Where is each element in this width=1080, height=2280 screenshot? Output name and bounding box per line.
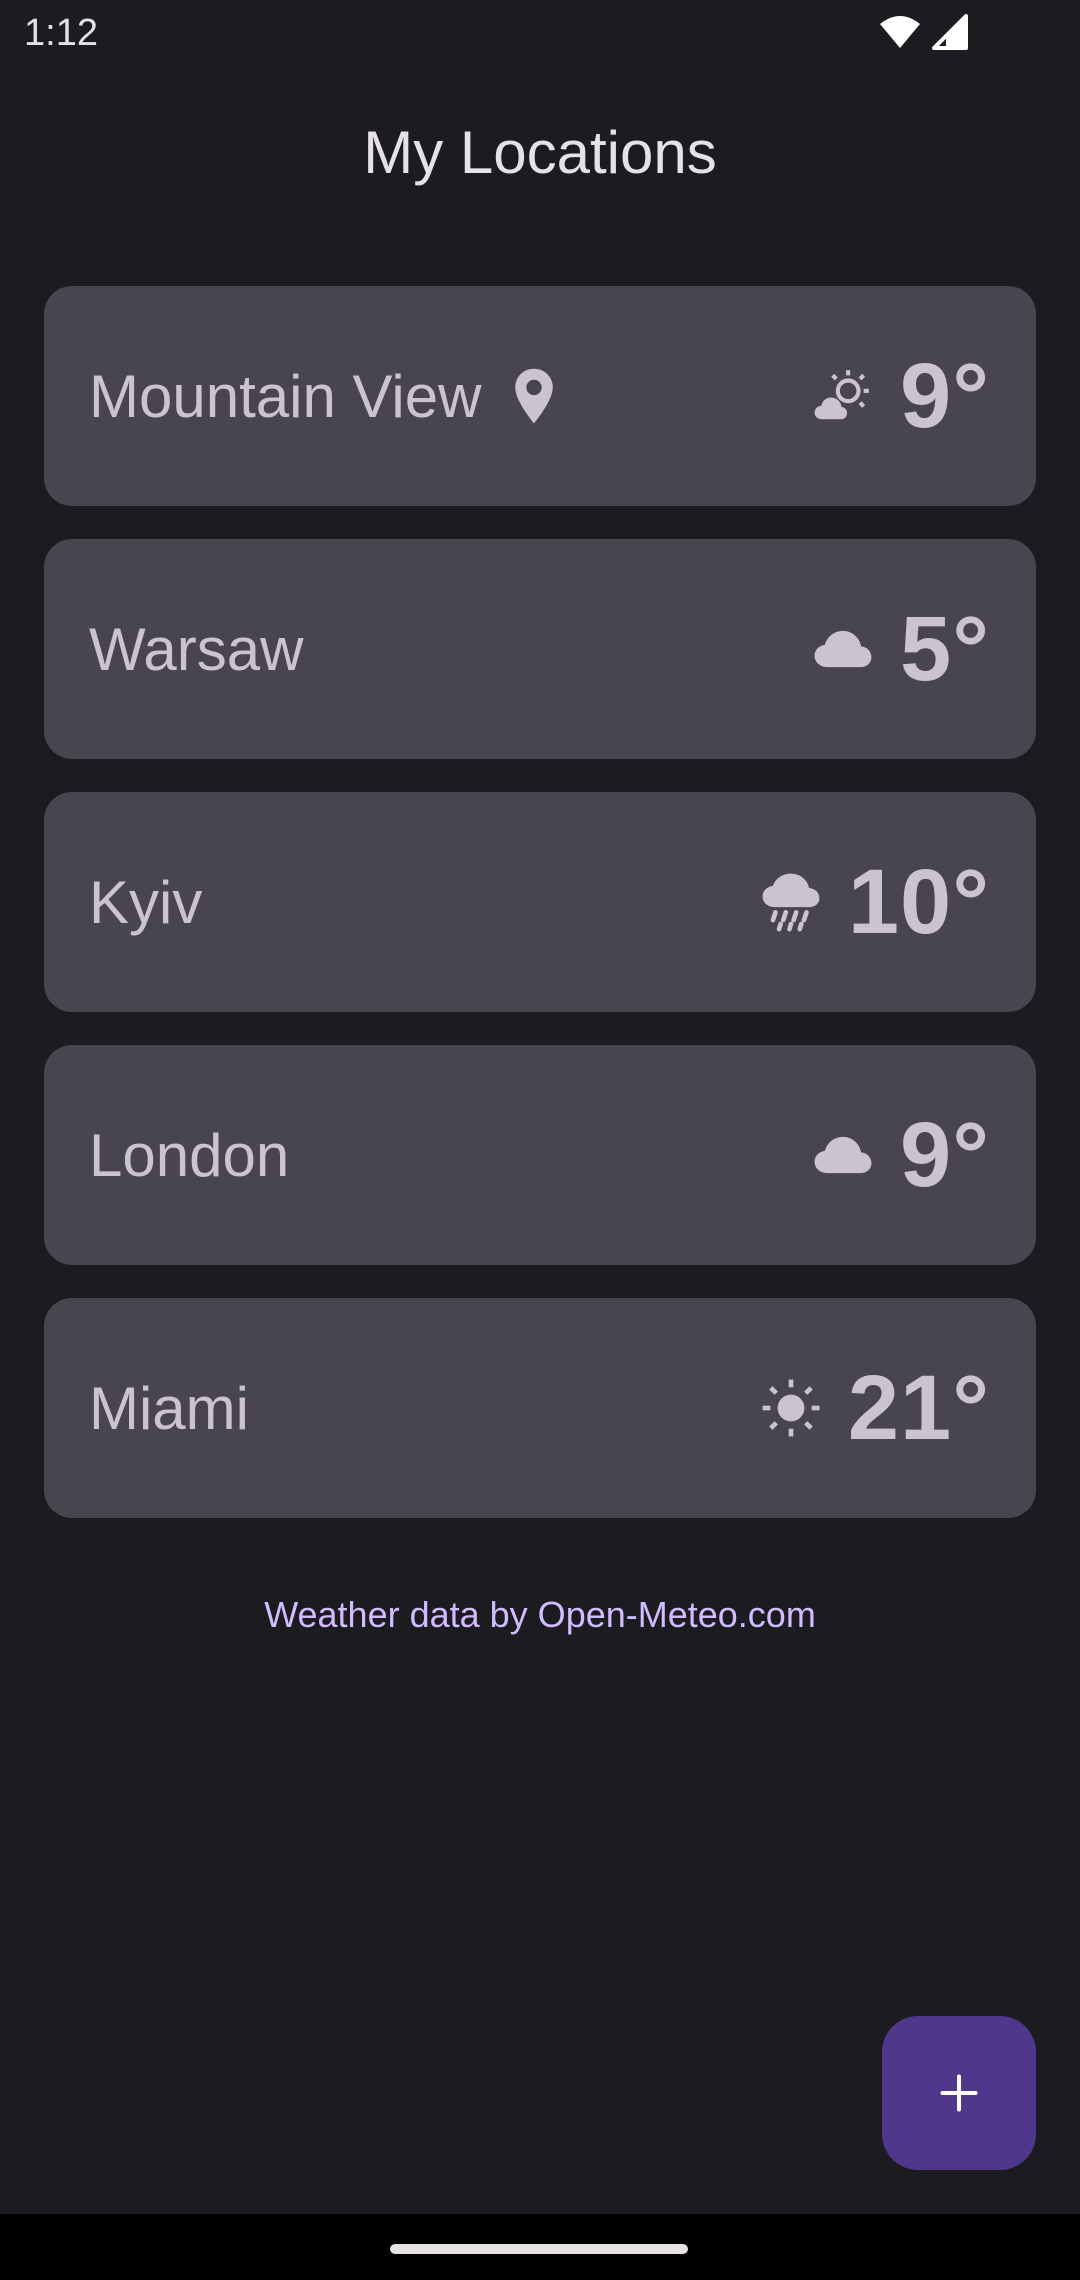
navigation-bar xyxy=(0,2214,1080,2280)
location-card-kyiv[interactable]: Kyiv 10° xyxy=(44,792,1036,1012)
location-name: Mountain View xyxy=(89,362,482,430)
weather-summary: 21° xyxy=(760,1356,990,1461)
wifi-icon xyxy=(880,16,920,48)
temperature: 10° xyxy=(847,850,990,953)
gesture-handle[interactable] xyxy=(390,2244,688,2254)
cloud-icon xyxy=(814,630,872,668)
location-name: Kyiv xyxy=(89,868,203,936)
status-time: 1:12 xyxy=(24,12,98,54)
location-list: Mountain View 9° Warsaw 5° Kyiv 10° Lond… xyxy=(44,286,1036,1551)
sun-icon xyxy=(762,1379,820,1437)
page-title: My Locations xyxy=(363,119,717,186)
temperature: 9° xyxy=(900,1103,990,1206)
plus-icon xyxy=(940,2074,978,2112)
location-name: London xyxy=(89,1121,290,1189)
temperature: 5° xyxy=(900,597,990,700)
location-card-warsaw[interactable]: Warsaw 5° xyxy=(44,539,1036,759)
add-location-button[interactable] xyxy=(882,2016,1036,2170)
screen: 1:12 My Locations Mountain View 9° Warsa… xyxy=(0,0,1080,2280)
cloud-icon xyxy=(814,1136,872,1174)
cellular-signal-icon xyxy=(932,14,968,50)
temperature: 9° xyxy=(900,344,990,447)
status-icons xyxy=(878,14,968,50)
temperature: 21° xyxy=(847,1356,990,1459)
attribution-link[interactable]: Weather data by Open-Meteo.com xyxy=(0,1594,1080,1636)
status-bar: 1:12 xyxy=(0,0,1080,66)
location-card-mountain-view[interactable]: Mountain View 9° xyxy=(44,286,1036,506)
partly-cloudy-icon xyxy=(814,370,869,420)
location-card-miami[interactable]: Miami 21° xyxy=(44,1298,1036,1518)
weather-summary: 10° xyxy=(760,850,990,955)
weather-summary: 5° xyxy=(812,597,990,702)
location-name: Warsaw xyxy=(89,615,304,683)
location-pin-icon xyxy=(515,368,554,424)
location-name: Miami xyxy=(89,1374,249,1442)
rain-cloud-icon xyxy=(762,873,820,932)
location-card-london[interactable]: London 9° xyxy=(44,1045,1036,1265)
weather-summary: 9° xyxy=(812,1103,990,1208)
weather-summary: 9° xyxy=(812,344,990,449)
